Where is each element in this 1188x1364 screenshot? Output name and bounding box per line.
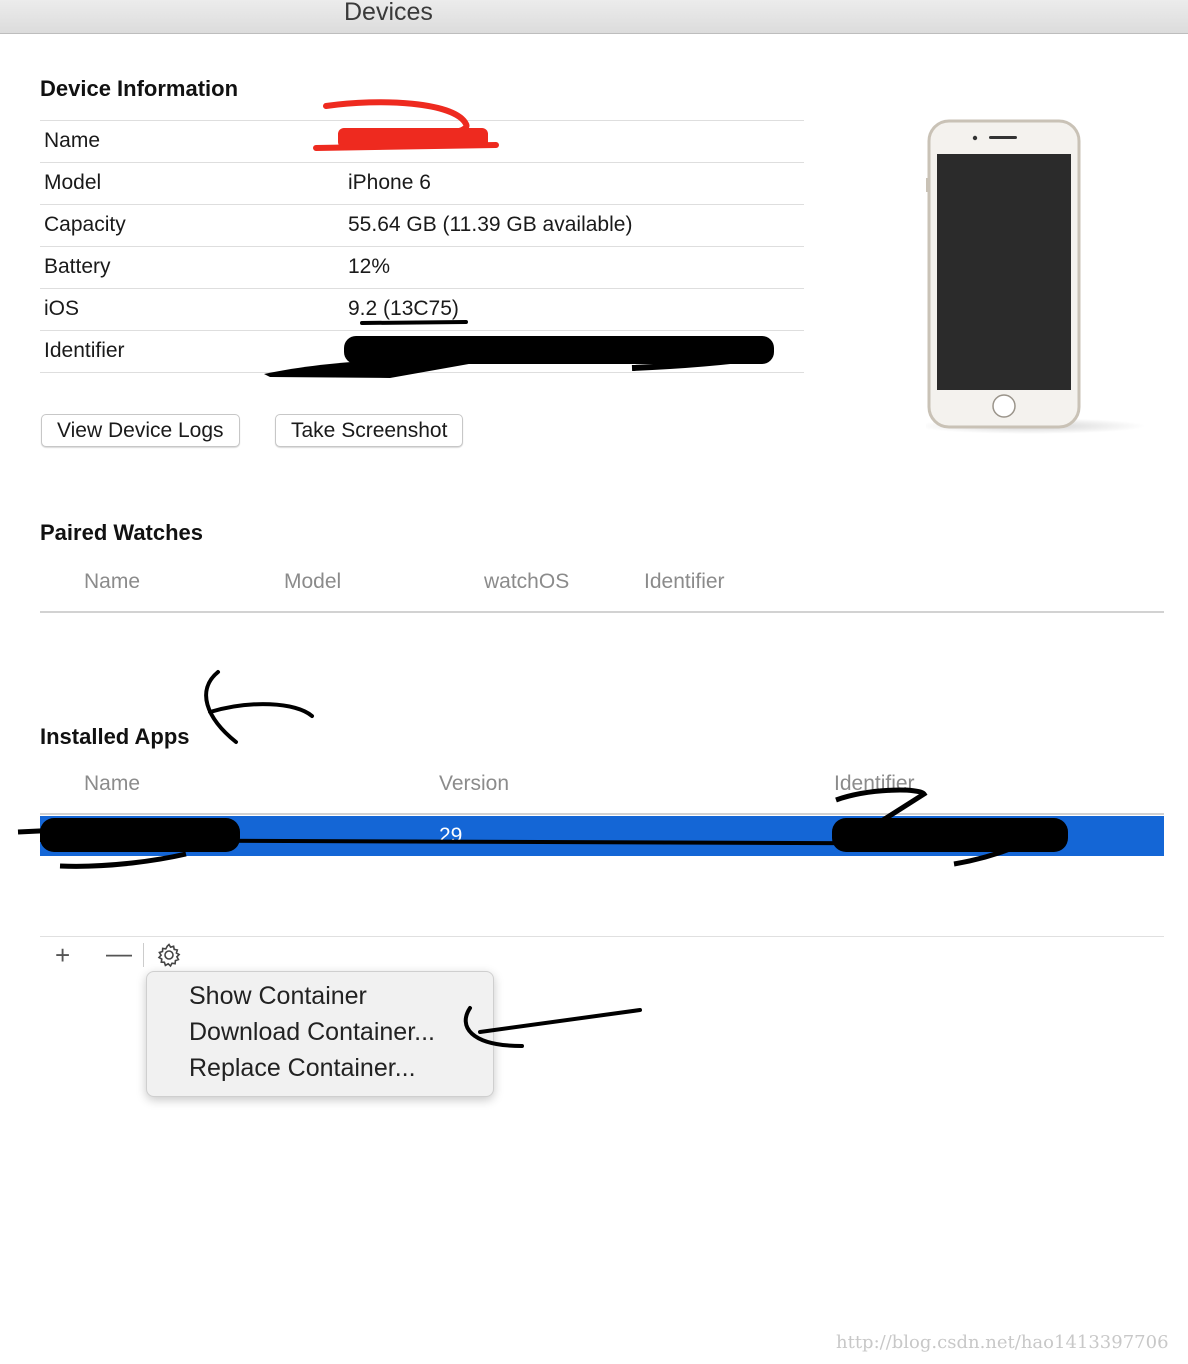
installed-apps-heading: Installed Apps [40,724,190,749]
window-titlebar: Devices [0,0,1188,34]
device-info-heading: Device Information [40,76,239,101]
installed-apps-arrow-annotation [204,670,314,744]
take-screenshot-button[interactable]: Take Screenshot [275,414,464,447]
info-label: Model [44,171,102,194]
info-value: iPhone 6 [348,171,431,194]
apps-col-name[interactable]: Name [84,772,140,796]
menu-item-replace-container[interactable]: Replace Container... [189,1054,416,1083]
info-label: Name [44,129,101,152]
apps-col-version[interactable]: Version [439,772,509,796]
apps-header-divider [40,813,1164,815]
gear-icon[interactable] [156,942,182,968]
iphone-device-image [926,119,1146,434]
menu-item-show-container[interactable]: Show Container [189,982,367,1011]
info-label: Identifier [44,339,125,362]
watches-col-identifier[interactable]: Identifier [644,570,725,594]
apps-col-identifier[interactable]: Identifier [834,772,915,796]
info-label: iOS [44,297,80,320]
add-app-button[interactable]: + [55,940,70,971]
watches-header-divider [40,611,1164,613]
info-row-model: Model iPhone 6 [40,162,804,204]
watches-col-name[interactable]: Name [84,570,140,594]
device-info-table: Name Model iPhone 6 Capacity 55.64 GB (1… [40,120,804,373]
info-value: 12% [348,255,391,278]
info-row-name: Name [40,120,804,162]
menu-item-download-container[interactable]: Download Container... [189,1018,435,1047]
toolbar-separator [143,943,144,967]
window-title: Devices [344,0,433,26]
view-device-logs-button[interactable]: View Device Logs [41,414,240,447]
info-value: 55.64 GB (11.39 GB available) [348,213,633,236]
apps-toolbar-divider [40,936,1164,937]
remove-app-button[interactable]: — [106,938,132,969]
watches-col-model[interactable]: Model [284,570,341,594]
info-row-battery: Battery 12% [40,246,804,288]
info-value: 9.2 (13C75) [348,297,459,320]
table-row-selected[interactable]: 29 [40,816,1164,856]
info-label: Battery [44,255,111,278]
info-row-ios: iOS 9.2 (13C75) [40,288,804,330]
watermark-text: http://blog.csdn.net/hao1413397706 [836,1332,1169,1353]
info-row-identifier: Identifier [40,330,804,373]
app-version-cell: 29 [439,824,463,847]
container-context-menu: Show Container Download Container... Rep… [146,971,494,1097]
watches-col-watchos[interactable]: watchOS [484,570,569,594]
info-label: Capacity [44,213,126,236]
info-row-capacity: Capacity 55.64 GB (11.39 GB available) [40,204,804,246]
paired-watches-heading: Paired Watches [40,520,204,545]
